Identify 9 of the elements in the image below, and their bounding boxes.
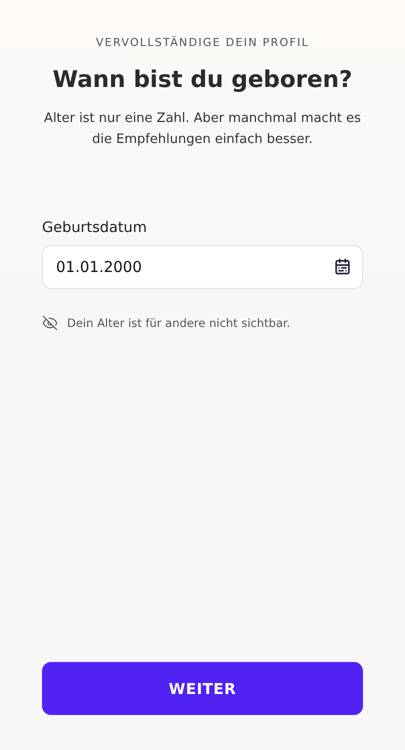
page-title: Wann bist du geboren?	[52, 67, 354, 93]
calendar-icon[interactable]	[334, 258, 351, 275]
page-subtitle: Alter ist nur eine Zahl. Aber manchmal macht es die Empfehlungen einfach besser.	[43, 110, 362, 149]
continue-button[interactable]: WEITER	[42, 662, 363, 715]
step-caption: VERVOLLSTÄNDIGE DEIN PROFIL	[94, 36, 310, 49]
field-label: Geburtsdatum	[42, 220, 148, 236]
privacy-note: Dein Alter ist für andere nicht sichtbar.	[67, 316, 290, 330]
eye-off-icon	[42, 315, 58, 331]
date-field[interactable]: 01.01.2000	[42, 245, 363, 289]
